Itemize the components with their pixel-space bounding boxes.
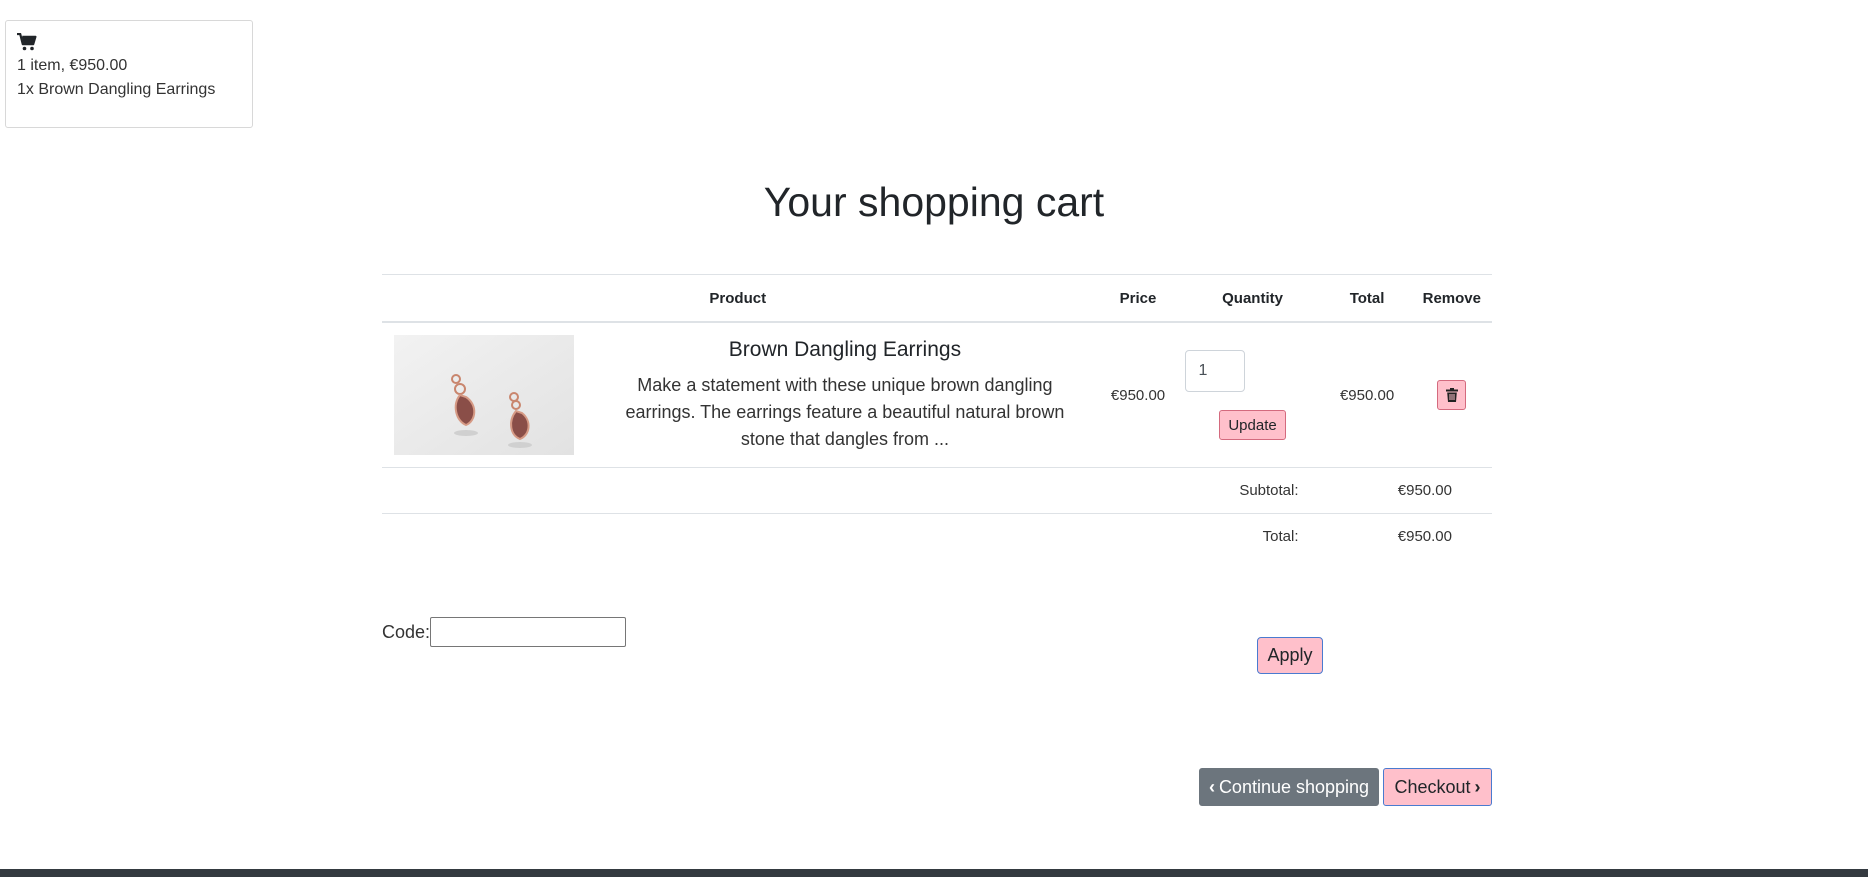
cart-header-row: Product Price Quantity Total Remove (382, 274, 1492, 323)
column-header-price: Price (1093, 274, 1183, 323)
cart-table: Product Price Quantity Total Remove Brow… (382, 274, 1492, 559)
column-header-quantity: Quantity (1182, 274, 1323, 323)
total-row: Total: €950.00 (382, 514, 1492, 560)
chevron-left-icon: ‹ (1208, 776, 1215, 797)
product-image-cell (382, 322, 597, 468)
total-value: €950.00 (1397, 528, 1452, 545)
mini-cart-summary: 1 item, €950.00 (17, 57, 128, 74)
cart-item-row: Brown Dangling Earrings Make a statement… (382, 322, 1492, 468)
chevron-right-icon: › (1474, 776, 1481, 797)
shopping-cart-icon (17, 33, 37, 51)
page-title: Your shopping cart (763, 179, 1105, 225)
product-description: Make a statement with these unique brown… (625, 374, 1065, 449)
apply-coupon-button[interactable]: Apply (1257, 637, 1323, 674)
column-header-remove: Remove (1411, 274, 1492, 323)
column-header-total: Total (1322, 274, 1412, 323)
subtotal-label: Subtotal: (382, 467, 1323, 514)
trash-icon (1445, 388, 1458, 402)
remove-item-button[interactable] (1437, 380, 1467, 410)
line-total: €950.00 (1322, 322, 1412, 468)
mini-cart[interactable]: 1 item, €950.00 1x Brown Dangling Earrin… (5, 20, 253, 128)
column-header-product: Product (382, 274, 1094, 323)
remove-cell (1411, 322, 1492, 468)
coupon-code-input[interactable] (430, 617, 627, 647)
quantity-input[interactable] (1184, 350, 1245, 392)
checkout-label: Checkout (1394, 776, 1471, 797)
total-label: Total: (1262, 528, 1299, 545)
checkout-button[interactable]: Checkout › (1383, 768, 1492, 806)
continue-shopping-button[interactable]: ‹ Continue shopping (1199, 768, 1379, 806)
subtotal-row: Subtotal: €950.00 (382, 467, 1492, 514)
quantity-cell: Update (1182, 322, 1323, 468)
footer-bar (0, 869, 1868, 877)
subtotal-value: €950.00 (1322, 467, 1492, 514)
product-info-cell: Brown Dangling Earrings Make a statement… (596, 322, 1094, 468)
coupon-code-label: Code: (382, 621, 431, 642)
mini-cart-item: 1x Brown Dangling Earrings (17, 81, 216, 98)
update-button[interactable]: Update (1219, 410, 1286, 440)
product-price: €950.00 (1093, 322, 1183, 468)
continue-shopping-label: Continue shopping (1218, 776, 1370, 797)
product-name[interactable]: Brown Dangling Earrings (604, 338, 1085, 362)
coupon-code-row: Code: (382, 617, 627, 647)
earrings-product-image[interactable] (394, 335, 574, 455)
